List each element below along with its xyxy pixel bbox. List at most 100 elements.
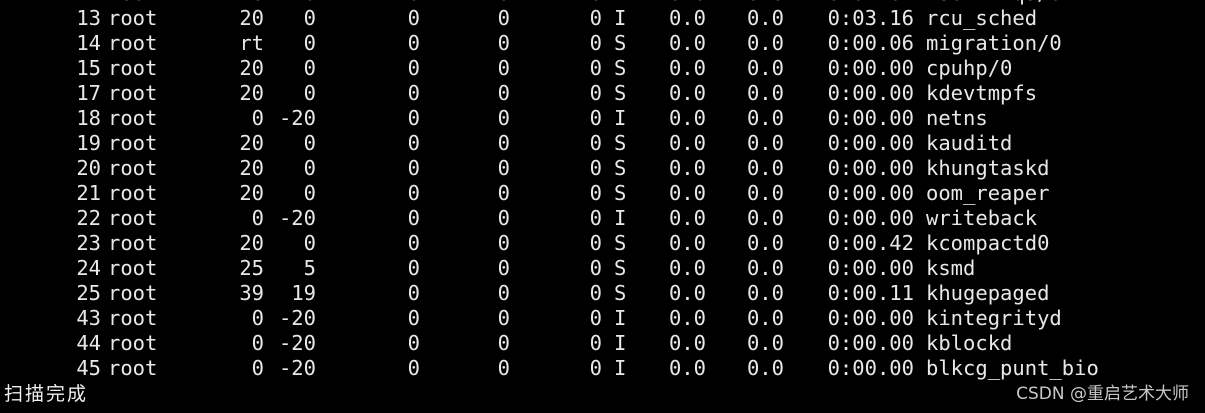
- process-priority: 20: [239, 6, 264, 30]
- process-res: 0: [497, 281, 510, 305]
- process-state: S: [614, 281, 627, 305]
- process-command: kauditd: [926, 131, 1013, 155]
- process-time: 0:03.16: [827, 6, 914, 30]
- process-res: 0: [497, 56, 510, 80]
- process-cpu: 0.0: [668, 56, 706, 80]
- process-pid: 22: [76, 206, 101, 230]
- process-priority: 0: [251, 356, 264, 380]
- process-shr: 0: [589, 306, 602, 330]
- process-cpu: 0.0: [668, 256, 706, 280]
- process-list: 12root0-20000I0.00.00:01.04ksoftirqd/013…: [0, 0, 1205, 381]
- process-cpu: 0.0: [668, 231, 706, 255]
- process-virt: 0: [407, 281, 420, 305]
- process-time: 0:00.00: [827, 81, 914, 105]
- process-shr: 0: [589, 31, 602, 55]
- process-nice: 0: [303, 81, 316, 105]
- process-shr: 0: [589, 156, 602, 180]
- process-mem: 0.0: [746, 131, 784, 155]
- process-row: 45 root 0 -20 0 0 0 I 0.0 0.0 0:00.00 blkcg_punt_bi…: [0, 356, 1205, 381]
- terminal-window[interactable]: 12root0-20000I0.00.00:01.04ksoftirqd/013…: [0, 0, 1205, 413]
- process-pid: 13: [76, 6, 101, 30]
- process-command: migration/0: [926, 31, 1062, 55]
- process-mem: 0.0: [746, 281, 784, 305]
- process-command: khungtaskd: [926, 156, 1050, 180]
- process-mem: 0.0: [746, 181, 784, 205]
- process-nice: 5: [303, 256, 316, 280]
- process-shr: 0: [589, 106, 602, 130]
- process-pid: 17: [76, 81, 101, 105]
- process-shr: 0: [589, 131, 602, 155]
- process-pid: 44: [76, 331, 101, 355]
- process-virt: 0: [407, 31, 420, 55]
- process-state: S: [614, 256, 627, 280]
- process-state: I: [614, 106, 627, 130]
- process-res: 0: [497, 206, 510, 230]
- process-virt: 0: [407, 306, 420, 330]
- process-cpu: 0.0: [668, 281, 706, 305]
- process-virt: 0: [407, 81, 420, 105]
- process-shr: 0: [589, 231, 602, 255]
- process-mem: 0.0: [746, 331, 784, 355]
- process-state: I: [614, 206, 627, 230]
- process-priority: 20: [239, 231, 264, 255]
- process-command: kblockd: [926, 331, 1013, 355]
- process-priority: 0: [251, 106, 264, 130]
- process-time: 0:00.06: [827, 31, 914, 55]
- process-virt: 0: [407, 256, 420, 280]
- process-time: 0:00.00: [827, 56, 914, 80]
- process-row: 17 root 20 0 0 0 0 S 0.0 0.0 0:00.00 kdevtmpfs: [0, 81, 1205, 106]
- process-time: 0:00.00: [827, 106, 914, 130]
- process-pid: 25: [76, 281, 101, 305]
- process-cpu: 0.0: [668, 31, 706, 55]
- process-user: root: [108, 231, 158, 255]
- process-res: 0: [497, 156, 510, 180]
- process-nice: 19: [291, 281, 316, 305]
- process-cpu: 0.0: [668, 6, 706, 30]
- process-command: khugepaged: [926, 281, 1050, 305]
- process-command: writeback: [926, 206, 1038, 230]
- process-time: 0:00.00: [827, 356, 914, 380]
- process-mem: 0.0: [746, 356, 784, 380]
- process-pid: 18: [76, 106, 101, 130]
- process-pid: 19: [76, 131, 101, 155]
- process-row: 21 root 20 0 0 0 0 S 0.0 0.0 0:00.00 oom_reaper: [0, 181, 1205, 206]
- process-virt: 0: [407, 206, 420, 230]
- process-row: 24 root 25 5 0 0 0 S 0.0 0.0 0:00.00 ksmd: [0, 256, 1205, 281]
- process-state: S: [614, 131, 627, 155]
- process-pid: 14: [76, 31, 101, 55]
- process-row: 19 root 20 0 0 0 0 S 0.0 0.0 0:00.00 kauditd: [0, 131, 1205, 156]
- process-state: S: [614, 156, 627, 180]
- process-virt: 0: [407, 56, 420, 80]
- process-row: 22 root 0 -20 0 0 0 I 0.0 0.0 0:00.00 writeback: [0, 206, 1205, 231]
- process-res: 0: [497, 331, 510, 355]
- process-pid: 20: [76, 156, 101, 180]
- process-time: 0:00.00: [827, 331, 914, 355]
- process-state: S: [614, 56, 627, 80]
- process-command: rcu_sched: [926, 6, 1038, 30]
- process-state: I: [614, 306, 627, 330]
- process-mem: 0.0: [746, 56, 784, 80]
- process-row: 18 root 0 -20 0 0 0 I 0.0 0.0 0:00.00 netns: [0, 106, 1205, 131]
- process-user: root: [108, 31, 158, 55]
- process-res: 0: [497, 106, 510, 130]
- process-command: kdevtmpfs: [926, 81, 1038, 105]
- process-user: root: [108, 256, 158, 280]
- process-user: root: [108, 81, 158, 105]
- process-shr: 0: [589, 181, 602, 205]
- process-virt: 0: [407, 356, 420, 380]
- csdn-watermark: CSDN @重启艺术大师: [1016, 384, 1189, 404]
- process-row: 43 root 0 -20 0 0 0 I 0.0 0.0 0:00.00 kintegrityd: [0, 306, 1205, 331]
- process-user: root: [108, 6, 158, 30]
- process-res: 0: [497, 131, 510, 155]
- process-user: root: [108, 181, 158, 205]
- process-cpu: 0.0: [668, 131, 706, 155]
- process-user: root: [108, 106, 158, 130]
- process-pid: 43: [76, 306, 101, 330]
- process-row: 14 root rt 0 0 0 0 S 0.0 0.0 0:00.06 migration/0: [0, 31, 1205, 56]
- process-nice: 0: [303, 231, 316, 255]
- process-user: root: [108, 356, 158, 380]
- process-nice: 0: [303, 181, 316, 205]
- process-shr: 0: [589, 256, 602, 280]
- process-command: netns: [926, 106, 988, 130]
- process-cpu: 0.0: [668, 331, 706, 355]
